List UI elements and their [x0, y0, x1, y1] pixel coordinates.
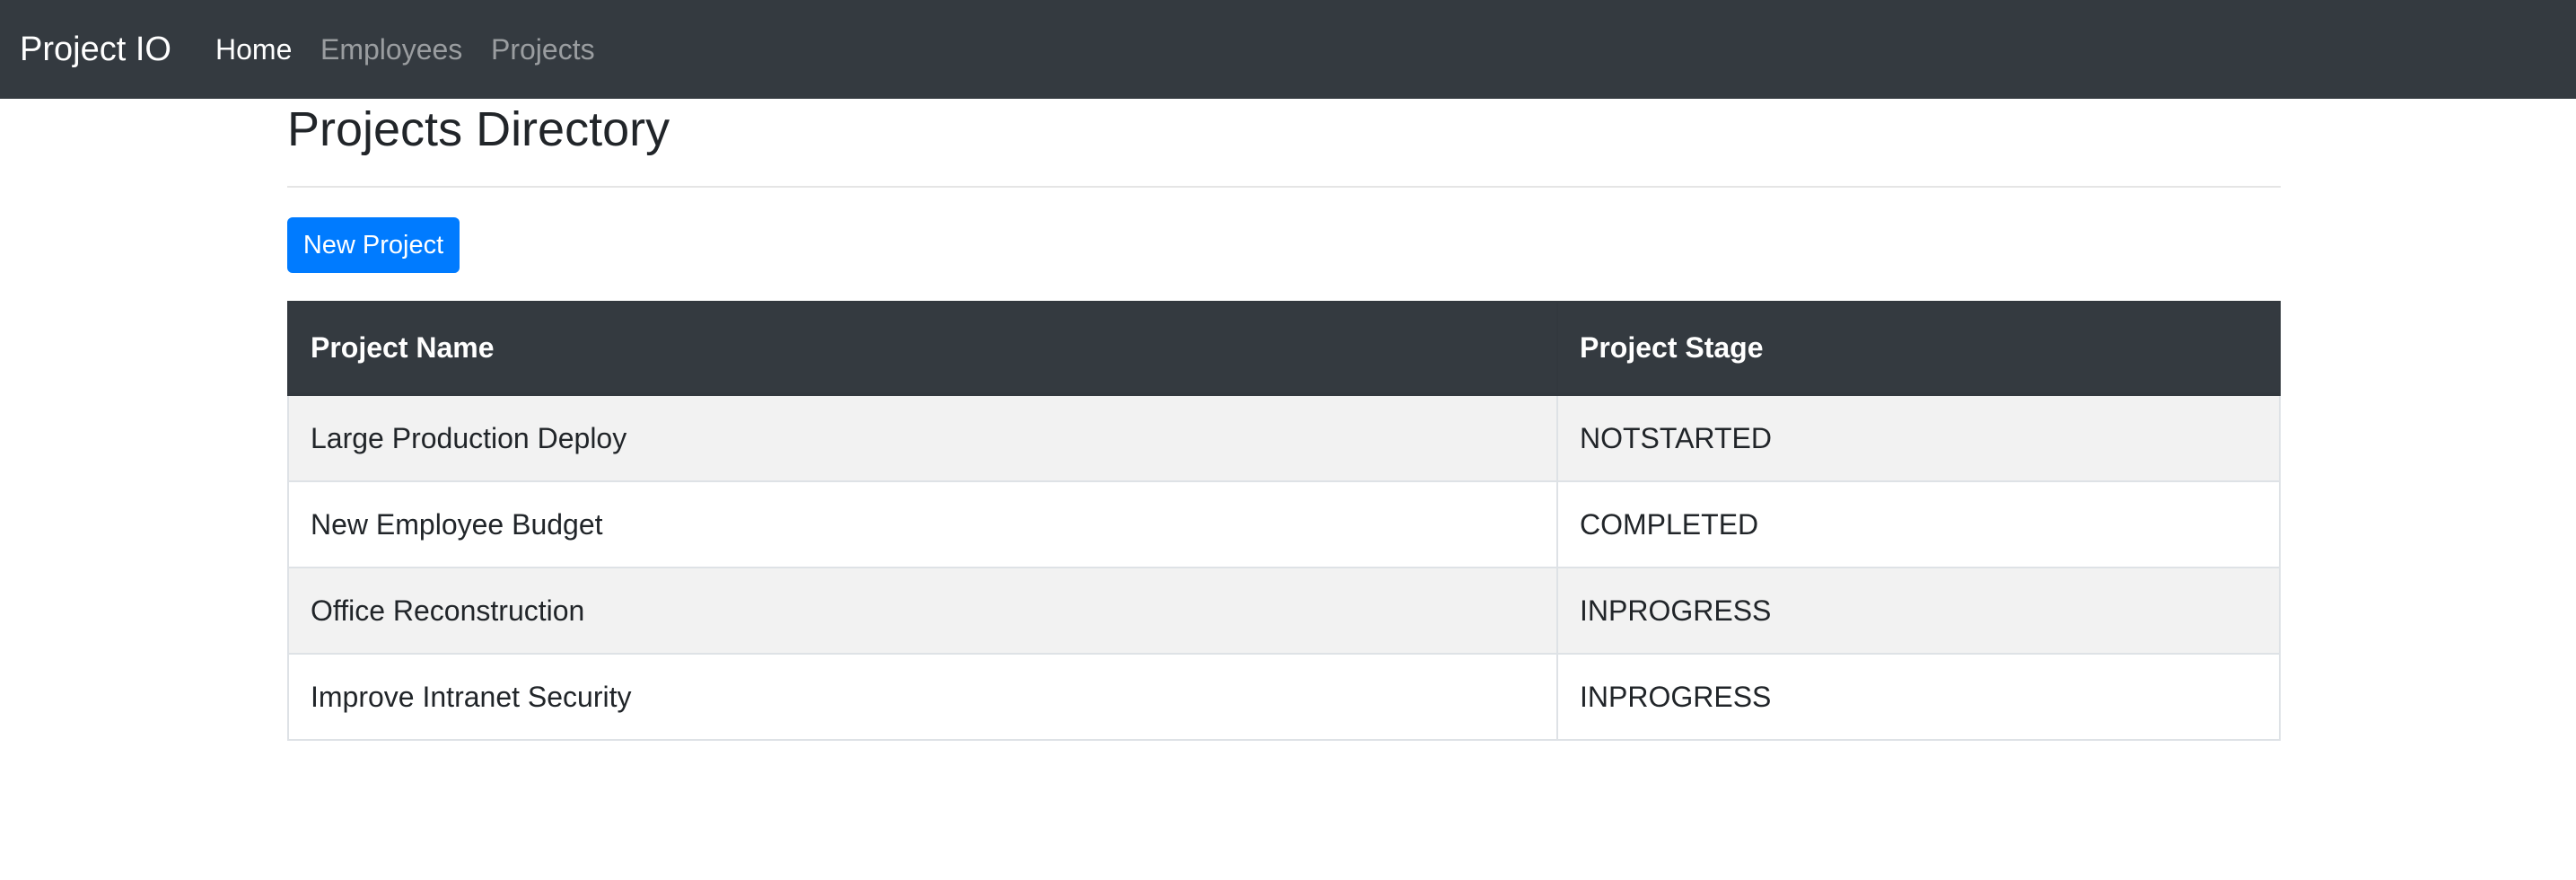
project-stage-cell: INPROGRESS: [1556, 567, 2281, 655]
nav-employees-link[interactable]: Employees: [320, 0, 462, 99]
table-row[interactable]: Improve Intranet Security INPROGRESS: [287, 653, 2281, 741]
table-row[interactable]: Office Reconstruction INPROGRESS: [287, 567, 2281, 655]
table-row[interactable]: Large Production Deploy NOTSTARTED: [287, 393, 2281, 482]
project-name-cell: Improve Intranet Security: [287, 653, 1558, 741]
project-stage-cell: COMPLETED: [1556, 480, 2281, 568]
project-stage-cell: INPROGRESS: [1556, 653, 2281, 741]
nav-home-link[interactable]: Home: [215, 0, 292, 99]
brand-logo[interactable]: Project IO: [20, 0, 171, 99]
new-project-button[interactable]: New Project: [287, 217, 460, 273]
page-title: Projects Directory: [287, 102, 670, 156]
table-row[interactable]: New Employee Budget COMPLETED: [287, 480, 2281, 568]
nav-projects-link[interactable]: Projects: [491, 0, 595, 99]
project-stage-cell: NOTSTARTED: [1556, 393, 2281, 482]
column-header-project-stage: Project Stage: [1556, 301, 2281, 396]
project-name-cell: Large Production Deploy: [287, 393, 1558, 482]
projects-table: Project Name Project Stage Large Product…: [287, 301, 2281, 741]
top-navbar: Project IO Home Employees Projects: [0, 0, 2576, 99]
title-divider: [287, 186, 2281, 188]
table-header-row: Project Name Project Stage: [287, 301, 2281, 396]
project-name-cell: New Employee Budget: [287, 480, 1558, 568]
project-name-cell: Office Reconstruction: [287, 567, 1558, 655]
column-header-project-name: Project Name: [287, 301, 1558, 396]
